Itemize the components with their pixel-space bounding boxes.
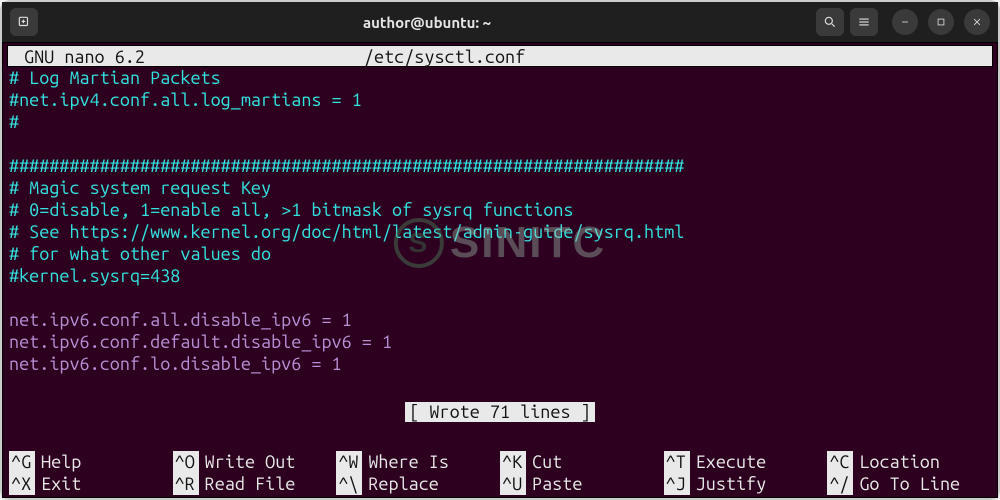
editor-line: net.ipv6.conf.lo.disable_ipv6 = 1 (9, 353, 991, 375)
shortcut-label: Paste (532, 473, 582, 495)
shortcut-label: Location (859, 451, 940, 473)
nano-status-text: [ Wrote 71 lines ] (405, 402, 594, 422)
editor-line: # (9, 111, 991, 133)
shortcut-label: Write Out (205, 451, 296, 473)
shortcut-label: Exit (41, 473, 81, 495)
shortcut-key: ^X (9, 473, 35, 495)
shortcut-item[interactable]: ^U Paste (500, 473, 664, 495)
minimize-button[interactable] (892, 9, 918, 35)
nano-shortcut-bar: ^G Help ^O Write Out ^W Where Is ^K Cut ^T Execut… (3, 451, 997, 497)
shortcut-key: ^U (500, 473, 526, 495)
shortcut-item[interactable]: ^T Execute (664, 451, 828, 473)
close-button[interactable] (964, 9, 990, 35)
shortcut-item[interactable]: ^W Where Is (336, 451, 500, 473)
editor-line: ########################################… (9, 155, 991, 177)
new-tab-button[interactable] (10, 8, 38, 36)
window-title: author@ubuntu: ~ (44, 14, 810, 31)
nano-titlebar: GNU nano 6.2 /etc/sysctl.conf (7, 45, 993, 67)
shortcut-label: Where Is (368, 451, 449, 473)
shortcut-label: Help (41, 451, 81, 473)
editor-line (9, 287, 991, 309)
nano-status-line: [ Wrote 71 lines ] (3, 401, 997, 423)
shortcut-item[interactable]: ^X Exit (9, 473, 173, 495)
window-titlebar: author@ubuntu: ~ (2, 2, 998, 42)
shortcut-key: ^R (173, 473, 199, 495)
editor-line: # 0=disable, 1=enable all, >1 bitmask of… (9, 199, 991, 221)
editor-line: # Log Martian Packets (9, 67, 991, 89)
shortcut-label: Execute (696, 451, 767, 473)
shortcut-key: ^\ (336, 473, 362, 495)
editor-line: # See https://www.kernel.org/doc/html/la… (9, 221, 991, 243)
shortcut-item[interactable]: ^K Cut (500, 451, 664, 473)
editor-line (9, 133, 991, 155)
editor-line (9, 375, 991, 397)
shortcut-item[interactable]: ^\ Replace (336, 473, 500, 495)
shortcut-key: ^G (9, 451, 35, 473)
shortcut-label: Justify (696, 473, 767, 495)
editor-content[interactable]: # Log Martian Packets#net.ipv4.conf.all.… (3, 67, 997, 397)
shortcut-key: ^K (500, 451, 526, 473)
shortcut-key: ^T (664, 451, 690, 473)
editor-line: net.ipv6.conf.default.disable_ipv6 = 1 (9, 331, 991, 353)
shortcut-item[interactable]: ^/ Go To Line (827, 473, 991, 495)
shortcut-key: ^C (827, 451, 853, 473)
shortcut-label: Go To Line (859, 473, 960, 495)
shortcut-label: Cut (532, 451, 562, 473)
nano-filename: /etc/sysctl.conf (364, 46, 986, 66)
nano-app-name: GNU nano 6.2 (14, 46, 364, 66)
hamburger-menu-button[interactable] (850, 8, 878, 36)
shortcut-item[interactable]: ^J Justify (664, 473, 828, 495)
shortcut-key: ^/ (827, 473, 853, 495)
maximize-button[interactable] (928, 9, 954, 35)
editor-line: #net.ipv4.conf.all.log_martians = 1 (9, 89, 991, 111)
shortcut-key: ^W (336, 451, 362, 473)
shortcut-key: ^O (173, 451, 199, 473)
shortcut-item[interactable]: ^R Read File (173, 473, 337, 495)
shortcut-label: Read File (205, 473, 296, 495)
shortcut-item[interactable]: ^G Help (9, 451, 173, 473)
editor-line: net.ipv6.conf.all.disable_ipv6 = 1 (9, 309, 991, 331)
editor-line: #kernel.sysrq=438 (9, 265, 991, 287)
shortcut-item[interactable]: ^O Write Out (173, 451, 337, 473)
shortcut-label: Replace (368, 473, 439, 495)
search-button[interactable] (816, 8, 844, 36)
shortcut-item[interactable]: ^C Location (827, 451, 991, 473)
terminal-area[interactable]: GNU nano 6.2 /etc/sysctl.conf # Log Mart… (2, 42, 998, 498)
editor-line: # for what other values do (9, 243, 991, 265)
shortcut-key: ^J (664, 473, 690, 495)
editor-line: # Magic system request Key (9, 177, 991, 199)
